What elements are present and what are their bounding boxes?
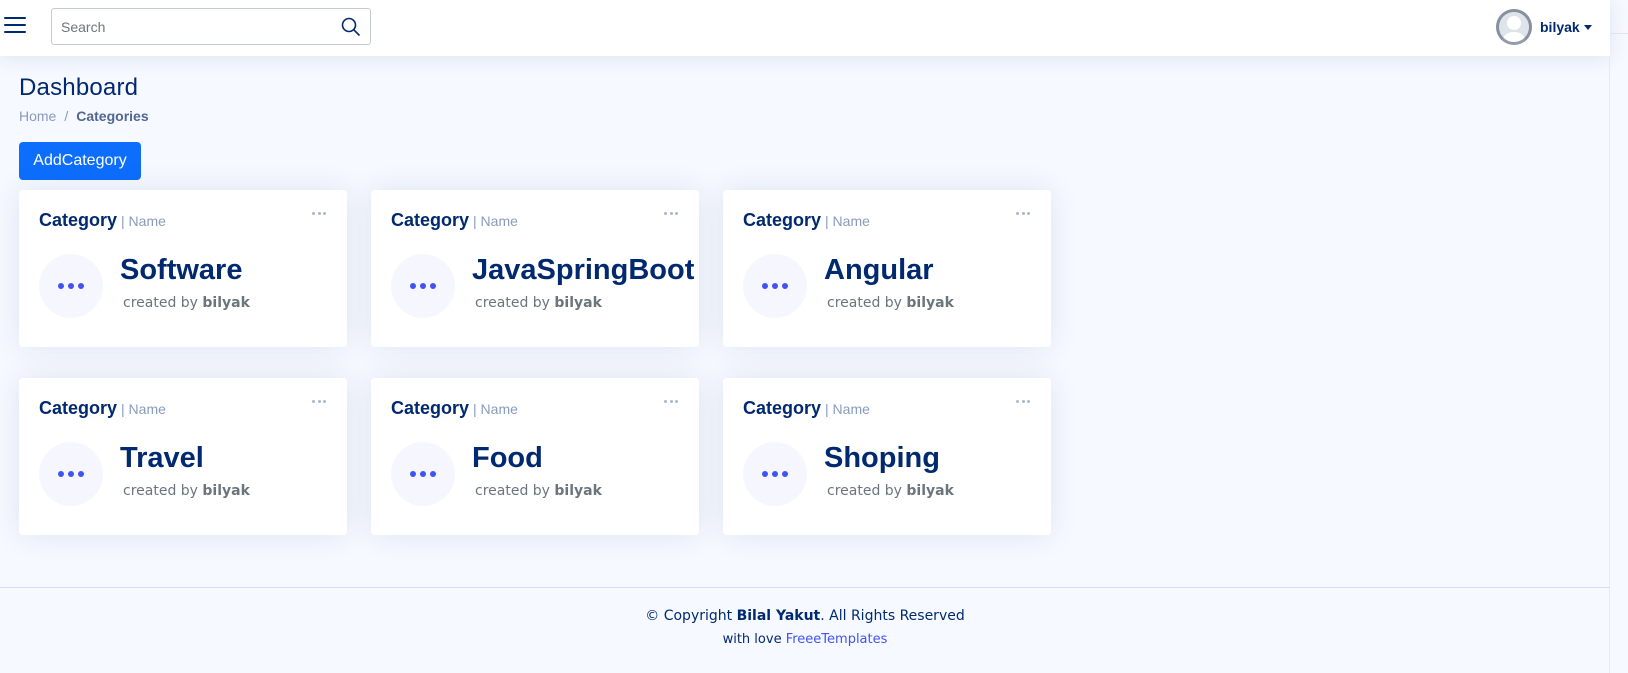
avatar-icon (1496, 9, 1532, 45)
card-title: Category (39, 398, 118, 418)
author-name: bilyak (202, 483, 250, 499)
menu-icon-bar (4, 17, 26, 19)
scroll-divider (1609, 56, 1610, 673)
card-title: Category (743, 210, 822, 230)
caret-down-icon (1583, 24, 1592, 30)
card-header: Category | Name (391, 210, 518, 231)
header-divider (1610, 33, 1628, 34)
category-name: JavaSpringBoot (472, 254, 695, 286)
page-title-block: Dashboard Home / Categories (19, 74, 149, 124)
category-name: Food (472, 442, 543, 474)
created-by-text: created by bilyak (475, 483, 602, 499)
menu-icon-bar (4, 31, 26, 33)
more-dots-icon[interactable] (1016, 396, 1030, 406)
search-bar (51, 8, 371, 45)
more-dots-icon[interactable] (664, 208, 678, 218)
more-dots-icon[interactable] (664, 396, 678, 406)
credits-prefix: with love (722, 632, 782, 647)
category-card: Category | Name Food created by bilyak (371, 378, 699, 535)
copyright-suffix: . All Rights Reserved (820, 608, 965, 624)
card-title: Category (743, 398, 822, 418)
category-dots-icon (743, 254, 807, 318)
credits-link[interactable]: FreeeTemplates (786, 632, 888, 647)
menu-toggle-icon[interactable] (4, 15, 28, 35)
card-title: Category (391, 398, 470, 418)
breadcrumb-current: Categories (76, 108, 149, 124)
credits-text: with love FreeeTemplates (0, 632, 1610, 647)
card-subtitle: | Name (121, 213, 166, 229)
author-name: bilyak (906, 483, 954, 499)
created-by-text: created by bilyak (827, 295, 954, 311)
card-header: Category | Name (39, 210, 166, 231)
card-header: Category | Name (39, 398, 166, 419)
breadcrumb: Home / Categories (19, 108, 149, 124)
created-prefix: created by (475, 483, 550, 499)
category-dots-icon (39, 442, 103, 506)
author-name: bilyak (906, 295, 954, 311)
created-prefix: created by (123, 483, 198, 499)
page-footer: © Copyright Bilal Yakut. All Rights Rese… (0, 608, 1610, 647)
username-label: bilyak (1540, 19, 1580, 35)
category-dots-icon (391, 442, 455, 506)
author-name: bilyak (554, 295, 602, 311)
card-subtitle: | Name (825, 213, 870, 229)
more-dots-icon[interactable] (1016, 208, 1030, 218)
breadcrumb-home-link[interactable]: Home (19, 108, 56, 124)
author-name: bilyak (554, 483, 602, 499)
category-dots-icon (391, 254, 455, 318)
breadcrumb-separator: / (64, 108, 69, 124)
category-name: Angular (824, 254, 934, 286)
category-dots-icon (743, 442, 807, 506)
category-name: Software (120, 254, 243, 286)
card-title: Category (391, 210, 470, 230)
more-dots-icon[interactable] (312, 208, 326, 218)
card-header: Category | Name (391, 398, 518, 419)
category-card: Category | Name Angular created by bilya… (723, 190, 1051, 347)
search-input[interactable] (52, 9, 332, 44)
user-profile-dropdown[interactable]: bilyak (1496, 8, 1592, 46)
footer-divider (0, 587, 1610, 588)
category-card: Category | Name Software created by bily… (19, 190, 347, 347)
created-prefix: created by (123, 295, 198, 311)
card-subtitle: | Name (825, 401, 870, 417)
created-by-text: created by bilyak (123, 295, 250, 311)
created-prefix: created by (827, 483, 902, 499)
category-name: Travel (120, 442, 204, 474)
search-icon[interactable] (340, 16, 362, 38)
category-card: Category | Name Travel created by bilyak (19, 378, 347, 535)
copyright-text: © Copyright Bilal Yakut. All Rights Rese… (0, 608, 1610, 624)
card-subtitle: | Name (473, 401, 518, 417)
created-by-text: created by bilyak (475, 295, 602, 311)
top-header: bilyak (0, 0, 1610, 56)
more-dots-icon[interactable] (312, 396, 326, 406)
category-card: Category | Name JavaSpringBoot created b… (371, 190, 699, 347)
add-category-button[interactable]: AddCategory (19, 142, 141, 180)
copyright-prefix: © Copyright (645, 608, 733, 624)
card-subtitle: | Name (121, 401, 166, 417)
card-subtitle: | Name (473, 213, 518, 229)
created-prefix: created by (475, 295, 550, 311)
category-card: Category | Name Shoping created by bilya… (723, 378, 1051, 535)
author-name: bilyak (202, 295, 250, 311)
category-dots-icon (39, 254, 103, 318)
card-header: Category | Name (743, 398, 870, 419)
copyright-owner: Bilal Yakut (736, 608, 821, 624)
created-by-text: created by bilyak (123, 483, 250, 499)
card-title: Category (39, 210, 118, 230)
card-header: Category | Name (743, 210, 870, 231)
category-name: Shoping (824, 442, 940, 474)
menu-icon-bar (4, 24, 26, 26)
page-title: Dashboard (19, 74, 139, 101)
created-prefix: created by (827, 295, 902, 311)
created-by-text: created by bilyak (827, 483, 954, 499)
